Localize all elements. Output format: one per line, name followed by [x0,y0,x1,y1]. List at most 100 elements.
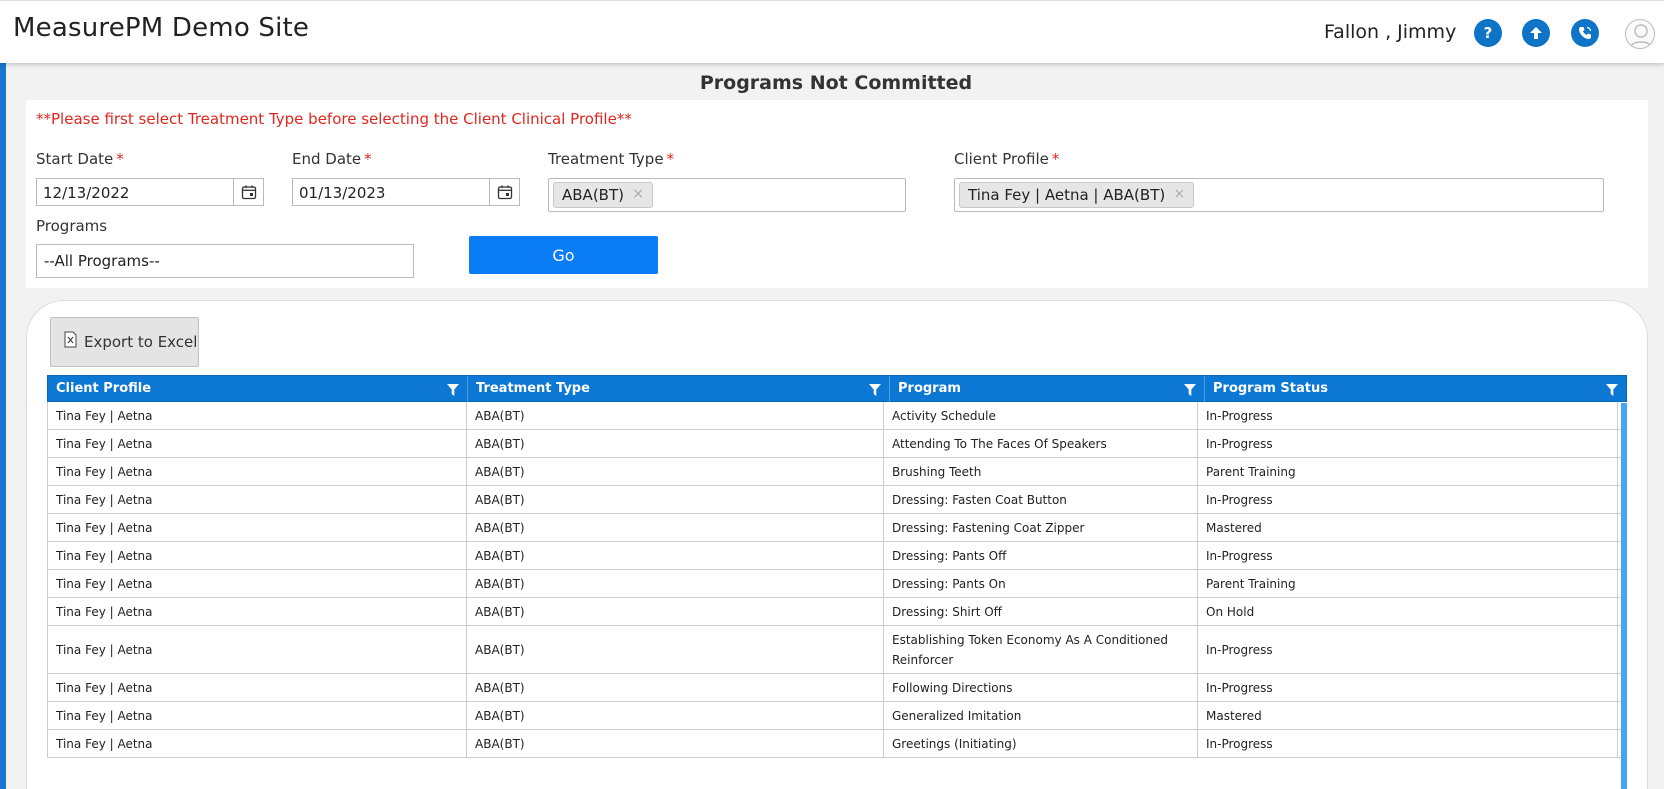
user-avatar-icon[interactable] [1625,19,1655,49]
table-cell: Following Directions [884,674,1198,701]
table-cell: ABA(BT) [467,514,884,541]
table-cell: ABA(BT) [467,542,884,569]
table-row[interactable]: Tina Fey | Aetna ABA(BT) Dressing: Fasten … [48,486,1627,514]
filter-icon[interactable] [447,384,459,396]
table-cell: ABA(BT) [467,458,884,485]
filter-icon[interactable] [1184,384,1196,396]
programs-select[interactable]: --All Programs-- [36,244,414,278]
table-cell: Generalized Imitation [884,702,1198,729]
filter-panel: **Please first select Treatment Type bef… [26,100,1648,288]
table-cell: In-Progress [1198,730,1618,757]
table-row[interactable]: Tina Fey | Aetna ABA(BT) Dressing: Pants O… [48,542,1627,570]
go-button[interactable]: Go [469,236,658,274]
user-name[interactable]: Fallon , Jimmy [1324,21,1456,43]
left-accent-bar [0,63,6,789]
table-cell: ABA(BT) [467,570,884,597]
table-cell: In-Progress [1198,542,1618,569]
table-cell: Parent Training [1198,458,1618,485]
programs-grid: Client Profile Treatment Type Program Pr… [47,375,1627,758]
table-cell: ABA(BT) [467,402,884,429]
table-cell: Dressing: Pants On [884,570,1198,597]
table-cell: Tina Fey | Aetna [48,730,467,757]
table-cell: Mastered [1198,514,1618,541]
top-header: MeasurePM Demo Site Fallon , Jimmy ? [0,0,1664,63]
table-cell: Dressing: Pants Off [884,542,1198,569]
phone-icon[interactable] [1571,19,1599,47]
site-title: MeasurePM Demo Site [13,13,310,43]
table-cell: In-Progress [1198,402,1618,429]
warning-message: **Please first select Treatment Type bef… [36,110,632,128]
treatment-type-tag: ABA(BT) × [553,182,653,208]
table-cell: Mastered [1198,702,1618,729]
calendar-icon[interactable] [489,179,519,205]
table-row[interactable]: Tina Fey | Aetna ABA(BT) Establishing Toke… [48,626,1627,674]
table-cell: Dressing: Fastening Coat Zipper [884,514,1198,541]
table-cell: Tina Fey | Aetna [48,570,467,597]
table-cell: In-Progress [1198,430,1618,457]
table-row[interactable]: Tina Fey | Aetna ABA(BT) Activity Schedule… [48,402,1627,430]
table-cell: Tina Fey | Aetna [48,514,467,541]
help-icon[interactable]: ? [1474,19,1502,47]
calendar-icon[interactable] [233,179,263,205]
column-header-program[interactable]: Program [890,376,1205,403]
table-row[interactable]: Tina Fey | Aetna ABA(BT) Generalized Imita… [48,702,1627,730]
upload-icon[interactable] [1522,19,1550,47]
table-cell: ABA(BT) [467,598,884,625]
filter-icon[interactable] [1606,384,1618,396]
table-row[interactable]: Tina Fey | Aetna ABA(BT) Dressing: Fasteni… [48,514,1627,542]
table-row[interactable]: Tina Fey | Aetna ABA(BT) Dressing: Pants O… [48,570,1627,598]
table-cell: Tina Fey | Aetna [48,402,467,429]
table-cell: Attending To The Faces Of Speakers [884,430,1198,457]
column-header-client-profile[interactable]: Client Profile [48,376,468,403]
table-row[interactable]: Tina Fey | Aetna ABA(BT) Greetings (Initia… [48,730,1627,758]
table-cell: Dressing: Fasten Coat Button [884,486,1198,513]
client-profile-tag: Tina Fey | Aetna | ABA(BT) × [959,182,1195,208]
table-row[interactable]: Tina Fey | Aetna ABA(BT) Attending To The … [48,430,1627,458]
excel-file-icon [64,331,77,347]
grid-body: Tina Fey | Aetna ABA(BT) Activity Schedule… [47,402,1627,758]
client-profile-label: Client Profile * [954,150,1060,168]
table-cell: Tina Fey | Aetna [48,486,467,513]
remove-tag-icon[interactable]: × [1173,186,1185,202]
table-cell: In-Progress [1198,674,1618,701]
table-row[interactable]: Tina Fey | Aetna ABA(BT) Following Directi… [48,674,1627,702]
table-cell: Activity Schedule [884,402,1198,429]
table-cell: In-Progress [1198,486,1618,513]
table-cell: Parent Training [1198,570,1618,597]
table-cell: Tina Fey | Aetna [48,702,467,729]
table-cell: ABA(BT) [467,626,884,673]
client-profile-multiselect[interactable]: Tina Fey | Aetna | ABA(BT) × [954,178,1604,212]
treatment-type-multiselect[interactable]: ABA(BT) × [548,178,906,212]
table-cell: Dressing: Shirt Off [884,598,1198,625]
vertical-scrollbar[interactable] [1621,403,1627,789]
column-header-program-status[interactable]: Program Status [1205,376,1626,403]
table-cell: Tina Fey | Aetna [48,674,467,701]
table-cell: ABA(BT) [467,674,884,701]
start-date-input[interactable]: 12/13/2022 [36,178,264,206]
results-card: Export to Excel Client Profile Treatment… [26,300,1648,789]
table-cell: Tina Fey | Aetna [48,430,467,457]
table-row[interactable]: Tina Fey | Aetna ABA(BT) Brushing Teeth Par… [48,458,1627,486]
table-cell: Brushing Teeth [884,458,1198,485]
table-cell: ABA(BT) [467,730,884,757]
grid-header: Client Profile Treatment Type Program Pr… [47,375,1627,403]
table-row[interactable]: Tina Fey | Aetna ABA(BT) Dressing: Shirt O… [48,598,1627,626]
table-cell: Establishing Token Economy As A Conditio… [884,626,1198,673]
table-cell: ABA(BT) [467,430,884,457]
treatment-type-label: Treatment Type * [548,150,675,168]
table-cell: ABA(BT) [467,702,884,729]
column-header-treatment-type[interactable]: Treatment Type [468,376,890,403]
remove-tag-icon[interactable]: × [632,186,644,202]
table-cell: Tina Fey | Aetna [48,598,467,625]
page-title: Programs Not Committed [699,72,973,94]
table-cell: Tina Fey | Aetna [48,458,467,485]
table-cell: In-Progress [1198,626,1618,673]
filter-icon[interactable] [869,384,881,396]
programs-label: Programs [36,217,108,235]
table-cell: ABA(BT) [467,486,884,513]
table-cell: Tina Fey | Aetna [48,542,467,569]
end-date-input[interactable]: 01/13/2023 [292,178,520,206]
start-date-label: Start Date * [36,150,124,168]
table-cell: Tina Fey | Aetna [48,626,467,673]
export-to-excel-button[interactable]: Export to Excel [50,317,199,367]
